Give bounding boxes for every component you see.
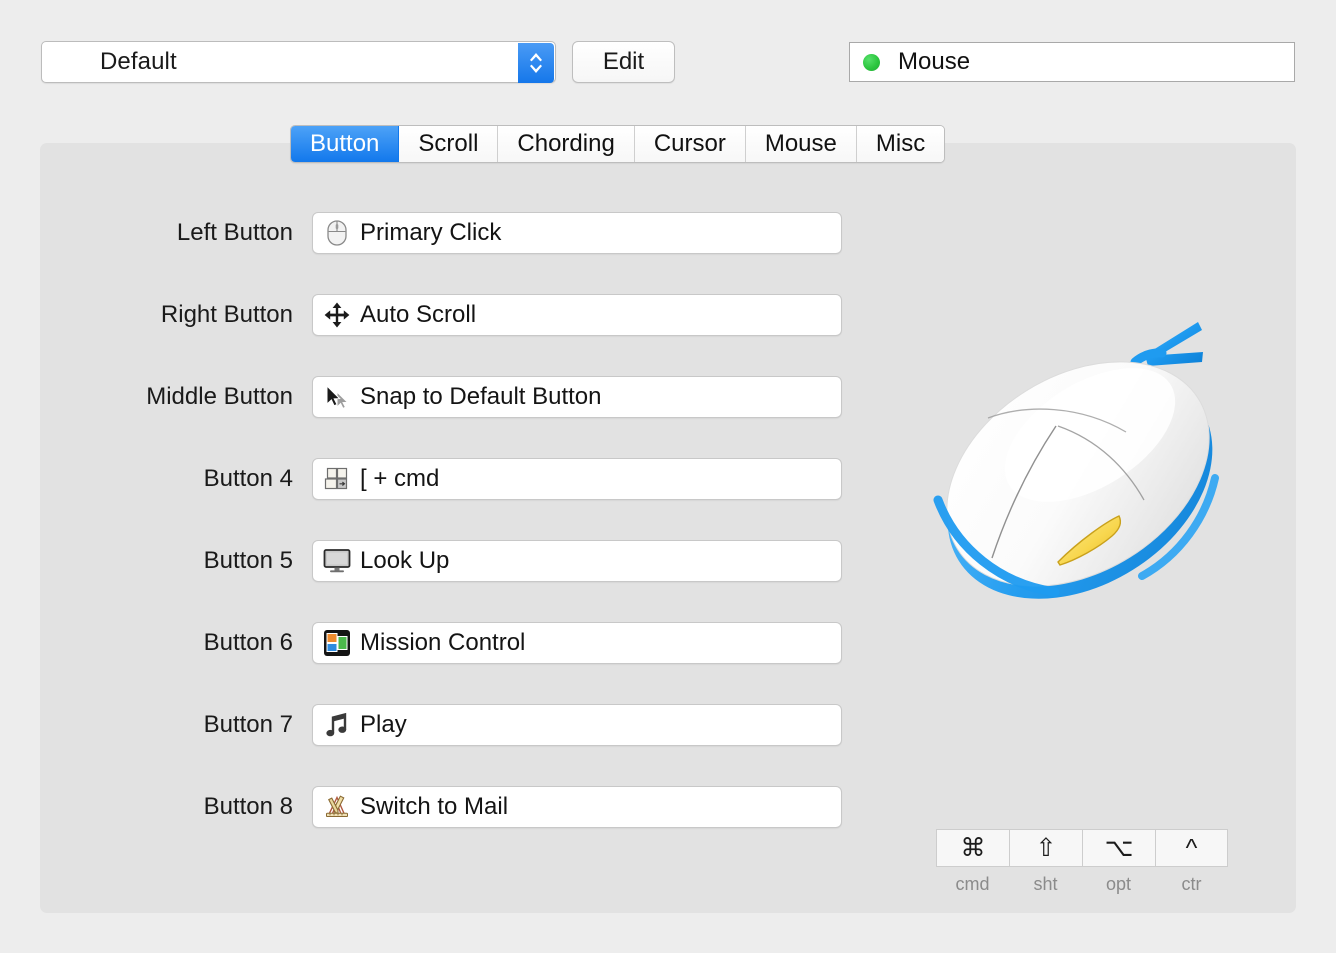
setting-row-button-4: Button 4 [ + cmd: [40, 458, 842, 500]
green-status-dot-icon: [863, 54, 880, 71]
app-store-icon: [321, 792, 353, 822]
tab-cursor[interactable]: Cursor: [635, 126, 746, 162]
tab-chording[interactable]: Chording: [498, 126, 634, 162]
row-value: Play: [360, 711, 407, 739]
row-value: Mission Control: [360, 629, 525, 657]
modifier-option: ⌥ opt: [1082, 829, 1155, 895]
setting-row-middle-button: Middle Button Snap to Default Button: [40, 376, 842, 418]
device-name-label: Mouse: [898, 48, 970, 76]
modifier-label: sht: [1033, 874, 1057, 895]
tab-scroll[interactable]: Scroll: [399, 126, 498, 162]
tab-label: Misc: [876, 130, 925, 158]
mouse-preferences-window: Default Edit Mouse Button Scroll Chordin…: [0, 0, 1336, 953]
edit-button-label: Edit: [603, 48, 644, 76]
tab-label: Chording: [517, 130, 614, 158]
row-value: Snap to Default Button: [360, 383, 602, 411]
row-label: Left Button: [0, 219, 310, 247]
tab-misc[interactable]: Misc: [857, 126, 944, 162]
row-value: Switch to Mail: [360, 793, 508, 821]
command-key-icon[interactable]: ⌘: [936, 829, 1009, 867]
row-value: Look Up: [360, 547, 449, 575]
device-selector[interactable]: Mouse: [849, 42, 1295, 82]
assignment-field-button-4[interactable]: [ + cmd: [312, 458, 842, 500]
preset-popup-value: Default: [42, 48, 177, 76]
music-note-icon: [321, 710, 353, 740]
modifier-control: ^ ctr: [1155, 829, 1228, 895]
row-label: Button 4: [0, 465, 310, 493]
assignment-field-left-button[interactable]: Primary Click: [312, 212, 842, 254]
modifier-key-indicators: ⌘ cmd ⇧ sht ⌥ opt ^ ctr: [936, 829, 1228, 895]
toolbar: Default Edit Mouse: [0, 0, 1336, 112]
shift-key-icon[interactable]: ⇧: [1009, 829, 1082, 867]
row-label: Button 6: [0, 629, 310, 657]
row-label: Button 5: [0, 547, 310, 575]
setting-row-button-7: Button 7 Play: [40, 704, 842, 746]
modifier-glyph: ⌥: [1105, 836, 1134, 861]
tab-label: Scroll: [418, 130, 478, 158]
tab-mouse[interactable]: Mouse: [746, 126, 857, 162]
assignment-field-button-8[interactable]: Switch to Mail: [312, 786, 842, 828]
row-value: [ + cmd: [360, 465, 439, 493]
modifier-label: ctr: [1182, 874, 1202, 895]
mouse-illustration: [930, 300, 1240, 620]
tab-label: Mouse: [765, 130, 837, 158]
assignment-field-button-5[interactable]: Look Up: [312, 540, 842, 582]
row-value: Primary Click: [360, 219, 501, 247]
row-value: Auto Scroll: [360, 301, 476, 329]
tab-bar: Button Scroll Chording Cursor Mouse Misc: [290, 125, 945, 163]
row-label: Right Button: [0, 301, 310, 329]
modifier-glyph: ⌘: [961, 836, 986, 861]
display-monitor-icon: [321, 546, 353, 576]
assignment-field-button-6[interactable]: Mission Control: [312, 622, 842, 664]
option-key-icon[interactable]: ⌥: [1082, 829, 1155, 867]
assignment-field-right-button[interactable]: Auto Scroll: [312, 294, 842, 336]
control-key-icon[interactable]: ^: [1155, 829, 1228, 867]
row-label: Button 7: [0, 711, 310, 739]
assignment-field-button-7[interactable]: Play: [312, 704, 842, 746]
row-label: Button 8: [0, 793, 310, 821]
setting-row-right-button: Right Button Auto Scroll: [40, 294, 842, 336]
setting-row-button-6: Button 6 Mission Control: [40, 622, 842, 664]
modifier-cmd: ⌘ cmd: [936, 829, 1009, 895]
window-snap-grid-icon: [321, 464, 353, 494]
double-cursor-icon: [321, 382, 353, 412]
setting-row-button-8: Button 8 Switch to Mail: [40, 786, 842, 828]
preset-popup-button[interactable]: Default: [41, 41, 556, 83]
setting-row-button-5: Button 5 Look Up: [40, 540, 842, 582]
mouse-cable: [1145, 322, 1203, 366]
tab-button[interactable]: Button: [291, 126, 399, 162]
mission-control-icon: [321, 628, 353, 658]
modifier-glyph: ⇧: [1036, 836, 1057, 861]
four-way-arrows-icon: [321, 300, 353, 330]
mouse-outline-icon: [321, 218, 353, 248]
assignment-field-middle-button[interactable]: Snap to Default Button: [312, 376, 842, 418]
edit-button[interactable]: Edit: [572, 41, 675, 83]
tab-label: Button: [310, 130, 379, 158]
stepper-updown-icon[interactable]: [518, 43, 554, 83]
modifier-shift: ⇧ sht: [1009, 829, 1082, 895]
modifier-label: cmd: [955, 874, 989, 895]
modifier-glyph: ^: [1186, 836, 1198, 861]
row-label: Middle Button: [0, 383, 310, 411]
modifier-label: opt: [1106, 874, 1131, 895]
setting-row-left-button: Left Button Primary Click: [40, 212, 842, 254]
tab-label: Cursor: [654, 130, 726, 158]
